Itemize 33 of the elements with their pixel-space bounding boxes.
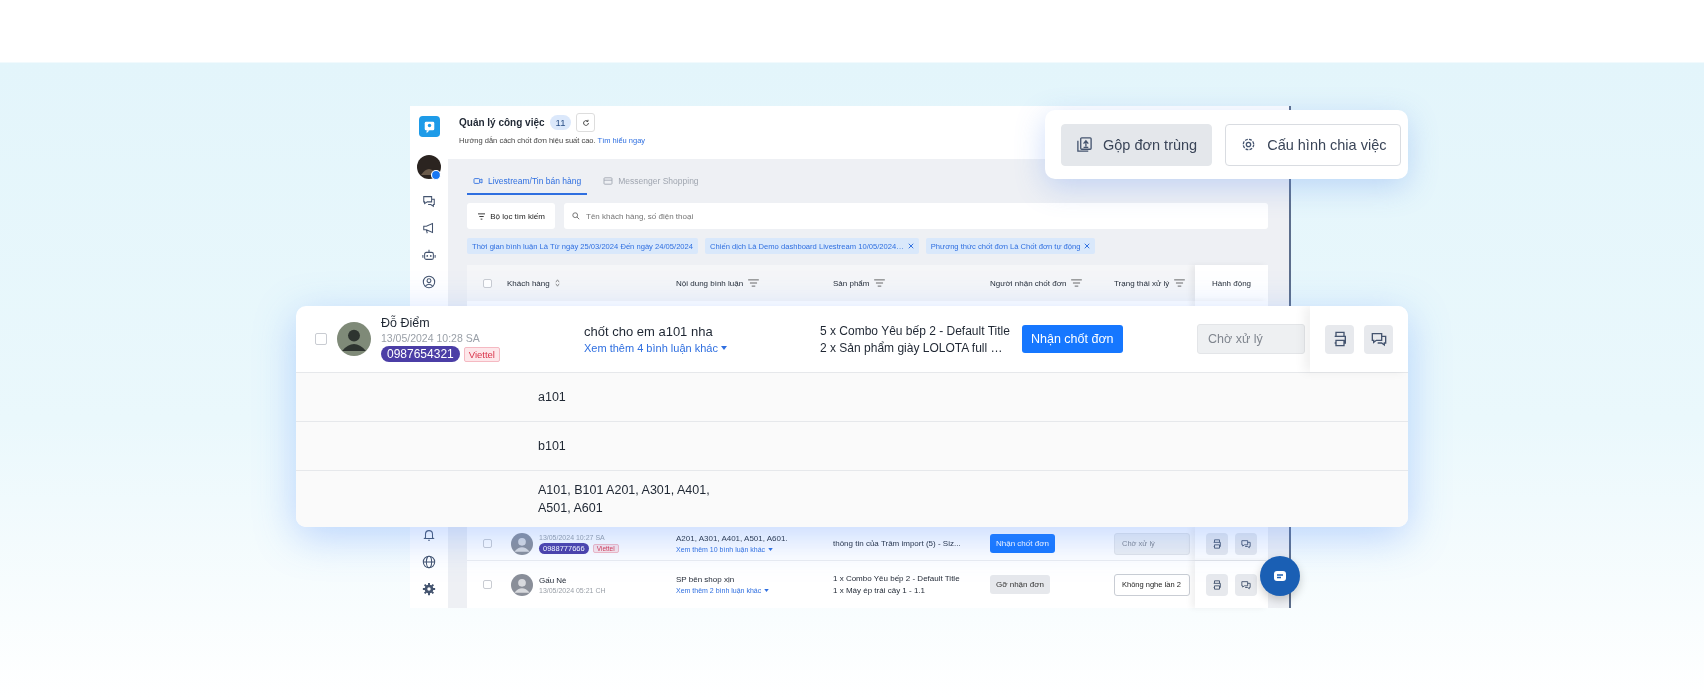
comment-text: a101 <box>538 388 567 406</box>
product-line: 2 x Sản phẩm giày LOLOTA full … <box>820 340 1004 355</box>
receive-order-button[interactable]: Nhận chốt đơn <box>990 534 1055 553</box>
search-field[interactable]: Tên khách hàng, số điện thoại <box>564 203 1268 229</box>
comment-time: 13/05/2024 10:28 SA <box>381 332 481 344</box>
column-header[interactable]: Sản phẩm <box>833 278 870 288</box>
filter-button[interactable]: Bộ lọc tìm kiếm <box>467 203 555 229</box>
count-badge: 11 <box>549 115 572 130</box>
comment-text: chốt cho em a101 nha <box>584 324 714 339</box>
customer-name: Gấu Nè <box>539 575 568 585</box>
comment-text: SP bên shop xịn <box>676 575 736 584</box>
comment-text: A101, B101 A201, A301, A401, A501, A601 <box>538 481 711 517</box>
product-line: thông tin của Trâm import (5) - Siz... <box>833 539 962 548</box>
phone-badge: 0987654321 <box>381 346 460 362</box>
receive-order-button[interactable]: Gỡ nhận đơn <box>990 575 1050 594</box>
product-line: 1 x Máy ép trái cây 1 - 1.1 <box>833 586 927 595</box>
carrier-tag: Viettel <box>463 346 500 362</box>
column-header[interactable]: Trạng thái xử lý <box>1114 278 1170 288</box>
column-header[interactable]: Người nhận chốt đơn <box>990 278 1067 288</box>
toolbar-button[interactable]: Gộp đơn trùng <box>1061 123 1213 166</box>
toolbar-button[interactable]: Cấu hình chia việc <box>1225 123 1402 166</box>
product-line: 1 x Combo Yêu bếp 2 - Default Title <box>833 574 961 583</box>
product-line: 5 x Combo Yêu bếp 2 - Default Title <box>820 323 1011 338</box>
more-comments-link[interactable]: Xem thêm 4 bình luận khác <box>584 342 820 354</box>
column-header[interactable]: Khách hàng <box>507 278 550 288</box>
column-header[interactable]: Nội dung bình luận <box>676 278 744 288</box>
customer-name: Đỗ Điểm <box>381 316 431 330</box>
comment-text: A201, A301, A401, A501, A601. <box>676 534 789 543</box>
tab[interactable]: Livestream/Tin bán hàng <box>467 169 588 195</box>
receive-order-button[interactable]: Nhận chốt đơn <box>1022 325 1123 353</box>
comment-text: b101 <box>538 437 567 455</box>
page-title: Quản lý công việc <box>459 117 545 128</box>
column-header: Hành động <box>1195 265 1268 301</box>
